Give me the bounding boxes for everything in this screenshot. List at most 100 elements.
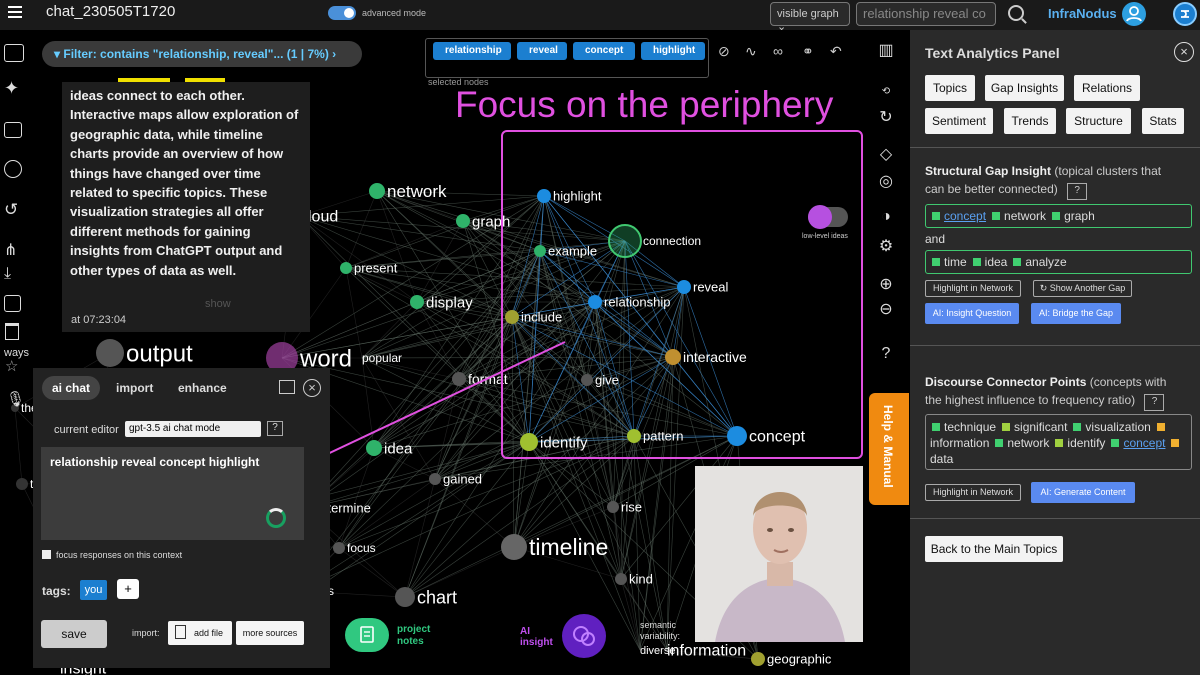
diamond-icon[interactable]: ◇ [876,145,896,165]
show-link[interactable]: show [205,298,231,310]
ai-bridge-gap-button[interactable]: AI: Bridge the Gap [1031,303,1121,324]
link-icon[interactable]: ⚭ [802,44,818,58]
expand-icon[interactable] [279,380,295,394]
chip-concept[interactable]: concept [573,42,635,60]
layers-icon[interactable] [4,122,22,138]
tab-relations[interactable]: Relations [1074,75,1140,101]
graph-node-rise[interactable]: rise [607,500,642,515]
graph-node-output[interactable]: output [96,339,193,367]
logo-icon[interactable] [1173,2,1197,26]
node-circle[interactable] [607,501,619,513]
node-circle[interactable] [501,534,527,560]
node-circle[interactable] [456,214,470,228]
hide-icon[interactable]: ⊘ [718,44,734,58]
node-circle[interactable] [16,478,28,490]
history-icon[interactable]: ↺ [4,200,18,220]
search-icon[interactable] [1008,5,1024,21]
binoculars-icon[interactable]: ∞ [773,44,789,58]
save-button[interactable]: save [41,620,107,648]
circle-icon[interactable]: ◎ [876,172,896,192]
keyword-concept[interactable]: concept [944,209,986,223]
focus-checkbox[interactable] [42,550,51,559]
graph-node-geographic[interactable]: geographic [751,652,832,667]
save-icon[interactable] [4,295,21,312]
editor-select[interactable]: gpt-3.5 ai chat mode [125,421,261,437]
node-circle[interactable] [410,295,424,309]
ai-insight-button[interactable] [562,614,606,658]
fit-all-icon[interactable]: ⟲ [876,82,896,102]
graph-node-timeline[interactable]: timeline [501,534,608,560]
graph-node-diverse[interactable]: diverse [640,645,675,657]
chat-icon[interactable] [4,44,24,62]
graph-node-information[interactable]: information [667,643,746,660]
magic-wand-icon[interactable]: ✦ [4,78,19,99]
chip-highlight[interactable]: highlight [641,42,705,60]
keyword-network[interactable]: network [1007,436,1049,450]
gap-help-button[interactable]: ? [1067,183,1088,200]
help-icon[interactable]: ? [876,344,896,364]
graph-node-present[interactable]: present [340,261,398,276]
close-icon[interactable]: × [1174,42,1194,62]
globe-icon[interactable] [4,160,22,178]
keyword-idea[interactable]: idea [985,255,1008,269]
keyword-network[interactable]: network [1004,209,1046,223]
download-icon[interactable]: ⤓ [4,265,11,283]
keyword-graph[interactable]: graph [1064,209,1095,223]
keyword-information[interactable]: information [930,436,989,450]
graph-node-chart[interactable]: chart [395,587,457,607]
low-level-ideas-icon[interactable] [808,205,832,229]
back-to-main-topics-button[interactable]: Back to the Main Topics [925,536,1063,562]
filter-bar[interactable]: ▾ Filter: contains "relationship, reveal… [42,41,362,67]
editor-help-button[interactable]: ? [267,421,283,436]
add-file-button[interactable]: add file [168,621,232,645]
refresh-icon[interactable]: ↻ [876,108,896,128]
dc-help-button[interactable]: ? [1144,394,1165,411]
keyword-identify[interactable]: identify [1067,436,1105,450]
node-circle[interactable] [340,262,352,274]
brand-logo[interactable]: InfraNodus [1048,6,1117,21]
close-icon[interactable]: × [303,379,321,397]
node-circle[interactable] [615,573,627,585]
undo-icon[interactable]: ↶ [830,44,846,58]
ai-insight-question-button[interactable]: AI: Insight Question [925,303,1019,324]
keyword-time[interactable]: time [944,255,967,269]
highlight-in-network-button[interactable]: Highlight in Network [925,280,1021,297]
ai-generate-content-button[interactable]: AI: Generate Content [1031,482,1135,503]
trash-icon[interactable] [5,323,19,340]
node-circle[interactable] [333,542,345,554]
keyword-technique[interactable]: technique [944,420,996,434]
tab-stats[interactable]: Stats [1142,108,1184,134]
zoom-out-icon[interactable]: ⊖ [876,300,896,320]
menu-icon[interactable] [8,6,22,18]
keyword-data[interactable]: data [930,452,953,466]
keyword-significant[interactable]: significant [1014,420,1067,434]
node-circle[interactable] [395,587,415,607]
keyword-analyze[interactable]: analyze [1025,255,1066,269]
dc-highlight-in-network-button[interactable]: Highlight in Network [925,484,1021,501]
project-notes-button[interactable] [345,618,389,652]
tab-import[interactable]: import [106,376,163,400]
tab-sentiment[interactable]: Sentiment [925,108,993,134]
advanced-mode-toggle[interactable] [328,6,356,20]
graph-node-display[interactable]: display [410,294,473,311]
tab-structure[interactable]: Structure [1066,108,1131,134]
star-icon[interactable]: ☆ [5,357,18,375]
contrast-icon[interactable]: ◑ [876,207,896,227]
tab-enhance[interactable]: enhance [168,376,237,400]
keyword-concept[interactable]: concept [1123,436,1165,450]
chip-reveal[interactable]: reveal [517,42,567,60]
graph-node-focus[interactable]: focus [333,541,376,555]
tag-you[interactable]: you [80,580,107,600]
settings-icon[interactable]: ⚙ [876,237,896,257]
tab-ai-chat[interactable]: ai chat [42,376,101,400]
graph-node-network[interactable]: network [369,182,447,201]
node-circle[interactable] [751,652,765,666]
share-icon[interactable]: ⋔ [4,240,17,260]
tab-gap-insights[interactable]: Gap Insights [985,75,1064,101]
stats-icon[interactable]: ▥ [876,41,896,61]
tab-trends[interactable]: Trends [1004,108,1056,134]
node-circle[interactable] [96,339,124,367]
more-sources-button[interactable]: more sources [236,621,304,645]
microphone-icon[interactable]: 🎙︎ [6,390,25,408]
search-input[interactable]: relationship reveal co [856,2,996,26]
